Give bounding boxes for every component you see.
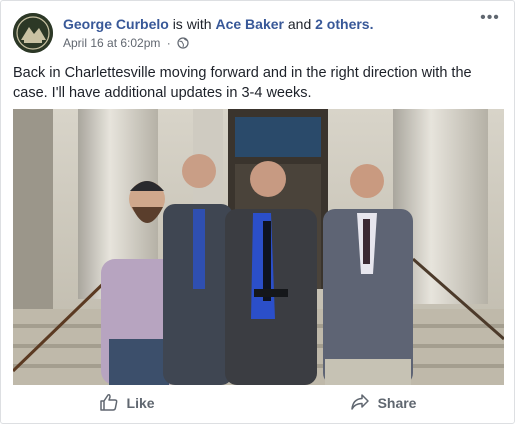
post-header: George Curbelo is with Ace Baker and 2 o… bbox=[13, 10, 502, 55]
share-label: Share bbox=[377, 395, 417, 411]
meta-separator: · bbox=[166, 36, 171, 50]
more-options-icon[interactable]: ••• bbox=[480, 10, 500, 27]
and-text: and bbox=[287, 16, 312, 32]
others-link[interactable]: 2 others. bbox=[315, 16, 373, 32]
post-text: Back in Charlettesville moving forward a… bbox=[13, 65, 472, 101]
tagged-person-link[interactable]: Ace Baker bbox=[215, 16, 284, 32]
with-text: is with bbox=[172, 16, 212, 32]
share-button[interactable]: Share bbox=[350, 393, 417, 414]
globe-icon[interactable] bbox=[177, 37, 189, 53]
author-line: George Curbelo is with Ace Baker and 2 o… bbox=[63, 15, 373, 33]
thumbs-up-icon bbox=[99, 393, 119, 414]
author-name-link[interactable]: George Curbelo bbox=[63, 16, 169, 32]
facebook-post: George Curbelo is with Ace Baker and 2 o… bbox=[0, 0, 515, 424]
share-arrow-icon bbox=[350, 393, 370, 414]
post-meta: April 16 at 6:02pm · bbox=[63, 35, 189, 53]
avatar-logo bbox=[13, 13, 53, 53]
like-label: Like bbox=[126, 395, 155, 411]
post-actions: Like Share bbox=[1, 383, 514, 423]
like-button[interactable]: Like bbox=[99, 393, 155, 414]
post-photo[interactable] bbox=[13, 109, 504, 385]
courthouse-group-photo bbox=[13, 109, 504, 385]
post-timestamp-link[interactable]: April 16 at 6:02pm bbox=[63, 36, 160, 50]
author-avatar[interactable] bbox=[13, 13, 53, 53]
